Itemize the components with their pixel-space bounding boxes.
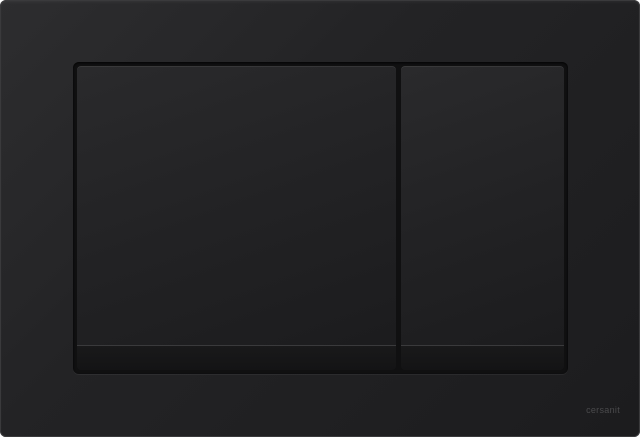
half-flush-button-lip [401, 345, 564, 370]
full-flush-button-lip [77, 345, 396, 370]
full-flush-button[interactable] [77, 66, 396, 370]
half-flush-button[interactable] [401, 66, 564, 370]
flush-plate: cersanit [0, 0, 640, 437]
brand-logo: cersanit [586, 405, 620, 415]
